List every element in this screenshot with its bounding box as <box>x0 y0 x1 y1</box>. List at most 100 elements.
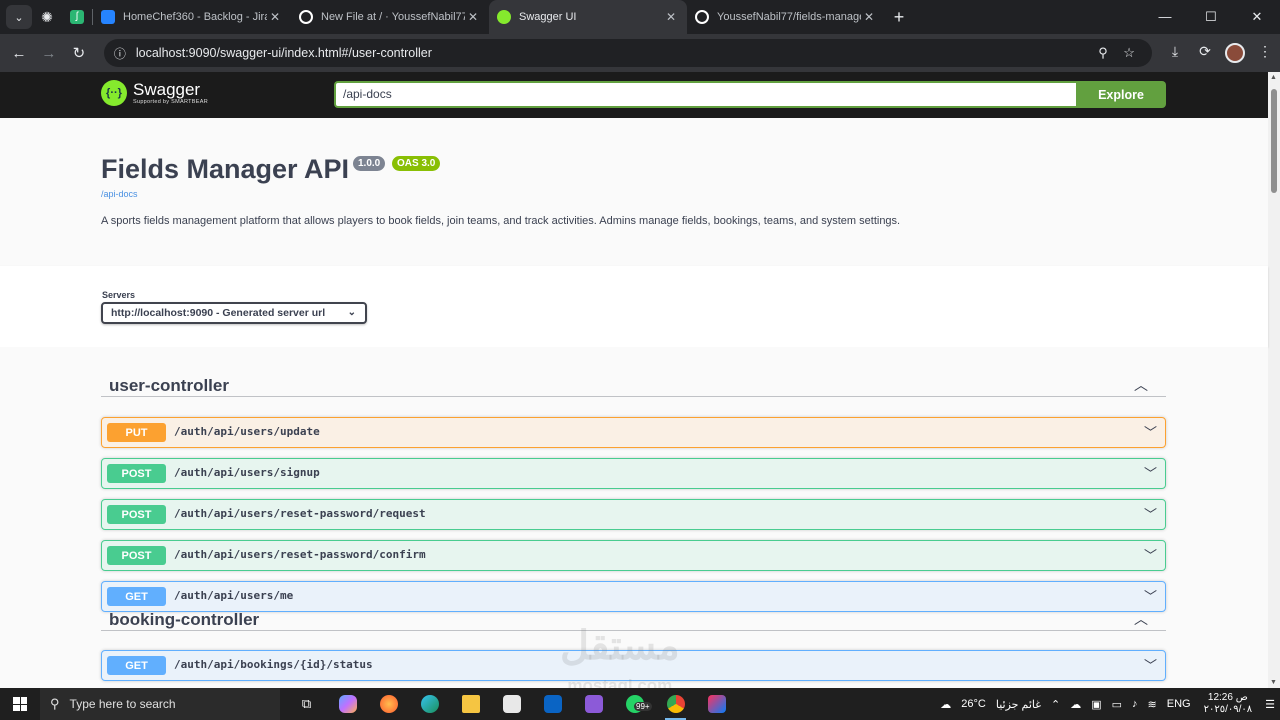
chevron-down-icon[interactable]: ﹀ <box>1144 655 1157 674</box>
operation-row[interactable]: POST/auth/api/users/reset-password/reque… <box>101 499 1166 530</box>
wifi-icon[interactable]: ≋ <box>1148 698 1157 711</box>
address-bar[interactable]: ⓘ localhost:9090/swagger-ui/index.html#/… <box>103 39 1153 67</box>
api-title: Fields Manager API <box>101 154 350 184</box>
start-button[interactable] <box>0 688 40 720</box>
visual-studio-icon <box>584 695 603 713</box>
extensions-icon[interactable]: ⟳ <box>1190 43 1220 63</box>
page-scrollbar[interactable]: ▲ ▼ <box>1268 72 1280 688</box>
explore-button[interactable]: Explore <box>1076 81 1166 108</box>
scrollbar-thumb[interactable] <box>1271 89 1277 193</box>
server-select[interactable]: http://localhost:9090 - Generated server… <box>101 302 367 324</box>
menu-icon[interactable]: ⋮ <box>1250 43 1280 63</box>
scroll-up-icon[interactable]: ▲ <box>1270 74 1277 81</box>
pinned-tab-chatgpt[interactable]: ✺ <box>32 0 62 34</box>
tab-close-icon[interactable]: ✕ <box>267 10 283 24</box>
whatsapp-badge: 99+ <box>634 702 652 711</box>
api-description: A sports fields management platform that… <box>101 215 901 227</box>
battery-icon[interactable]: ▭ <box>1112 698 1122 711</box>
taskbar-copilot[interactable] <box>327 688 368 720</box>
api-docs-link[interactable]: /api-docs <box>101 189 138 199</box>
folder-icon <box>461 695 480 713</box>
downloads-icon[interactable]: ⤓ <box>1160 43 1190 63</box>
taskbar-visual-studio[interactable] <box>573 688 614 720</box>
site-info-icon[interactable]: ⓘ <box>114 45 126 62</box>
browser-tab[interactable]: HomeChef360 - Backlog - Jira ✕ <box>93 0 291 34</box>
tab-close-icon[interactable]: ✕ <box>861 10 877 24</box>
onedrive-icon[interactable]: ☁ <box>1070 698 1081 711</box>
chevron-down-icon[interactable]: ﹀ <box>1144 422 1157 441</box>
browser-tab[interactable]: New File at / · YoussefNabil77/f ✕ <box>291 0 489 34</box>
method-badge: GET <box>107 656 166 675</box>
forward-button[interactable]: → <box>34 45 64 62</box>
zoom-icon[interactable]: ⚲ <box>1090 45 1116 61</box>
windows-taskbar: ⚲ Type here to search ⧉ 99+ ☁ 26°C غائم … <box>0 688 1280 720</box>
browser-tab-title: New File at / · YoussefNabil77/f <box>321 11 465 23</box>
taskbar-search[interactable]: ⚲ Type here to search <box>40 688 280 720</box>
operation-path: /auth/api/users/reset-password/confirm <box>174 548 426 561</box>
chevron-down-icon: ⌄ <box>347 307 356 318</box>
chevron-up-icon[interactable]: ⌃ <box>1051 698 1060 711</box>
scroll-down-icon[interactable]: ▼ <box>1270 679 1277 686</box>
servers-section: Servers http://localhost:9090 - Generate… <box>0 266 1268 347</box>
windows-icon <box>13 697 27 711</box>
browser-tab[interactable]: Swagger UI ✕ <box>489 0 687 34</box>
language-indicator[interactable]: ENG <box>1167 698 1191 710</box>
task-view-button[interactable]: ⧉ <box>286 688 327 720</box>
tab-close-icon[interactable]: ✕ <box>465 10 481 24</box>
new-tab-button[interactable]: + <box>885 7 913 28</box>
pinned-tab-app[interactable]: ʃ <box>62 0 92 34</box>
chevron-up-icon[interactable]: ︿ <box>1134 609 1148 629</box>
profile-avatar[interactable] <box>1225 43 1246 63</box>
volume-icon[interactable]: ♪ <box>1132 698 1138 710</box>
reload-button[interactable]: ↻ <box>64 44 94 62</box>
chevron-up-icon[interactable]: ︿ <box>1134 375 1148 395</box>
servers-label: Servers <box>102 290 136 300</box>
tag-name: user-controller <box>109 376 229 395</box>
intellij-icon <box>707 695 726 713</box>
browser-tab[interactable]: YoussefNabil77/fields-manager ✕ <box>687 0 885 34</box>
window-controls: — ☐ ✕ <box>1142 9 1280 25</box>
tab-search-dropdown[interactable]: ⌄ <box>6 5 32 29</box>
operation-row[interactable]: PUT/auth/api/users/update ﹀ <box>101 417 1166 448</box>
minimize-button[interactable]: — <box>1142 9 1188 25</box>
taskbar-outlook[interactable] <box>532 688 573 720</box>
bookmark-star-icon[interactable]: ☆ <box>1116 45 1142 61</box>
back-button[interactable]: ← <box>4 45 34 62</box>
clock[interactable]: 12:26 ص ٢٠٢٥/٠٩/٠٨ <box>1204 692 1253 716</box>
method-badge: POST <box>107 464 166 483</box>
weather-temp[interactable]: 26°C <box>961 698 986 710</box>
swagger-brand-sub: Supported by SMARTBEAR <box>133 99 208 105</box>
operation-row[interactable]: POST/auth/api/users/reset-password/confi… <box>101 540 1166 571</box>
maximize-button[interactable]: ☐ <box>1188 9 1234 25</box>
store-icon <box>502 695 521 713</box>
taskbar-edge[interactable] <box>409 688 450 720</box>
operation-row[interactable]: POST/auth/api/users/signup ﹀ <box>101 458 1166 489</box>
method-badge: POST <box>107 505 166 524</box>
device-icon[interactable]: ▣ <box>1091 698 1101 711</box>
taskbar-file-explorer[interactable] <box>450 688 491 720</box>
close-window-button[interactable]: ✕ <box>1234 9 1280 25</box>
taskbar-chrome[interactable] <box>655 688 696 720</box>
tab-strip: HomeChef360 - Backlog - Jira ✕ New File at… <box>93 0 885 34</box>
tag-booking-controller[interactable]: booking-controller ︿ <box>101 589 1166 631</box>
chevron-down-icon[interactable]: ﹀ <box>1144 504 1157 523</box>
taskbar-store[interactable] <box>491 688 532 720</box>
plus-icon: + <box>893 6 905 27</box>
taskbar-firefox[interactable] <box>368 688 409 720</box>
weather-text: غائم جزئيا <box>995 698 1041 711</box>
spec-url-input[interactable]: /api-docs <box>334 81 1076 108</box>
github-icon <box>299 10 313 24</box>
swagger-logo-icon: {··} <box>101 80 127 106</box>
chevron-down-icon[interactable]: ﹀ <box>1144 545 1157 564</box>
tag-user-controller[interactable]: user-controller ︿ <box>101 355 1166 397</box>
tab-close-icon[interactable]: ✕ <box>663 10 679 24</box>
notifications-icon[interactable]: ☰ <box>1265 698 1275 711</box>
taskbar-search-placeholder: Type here to search <box>69 697 176 711</box>
taskbar-whatsapp[interactable]: 99+ <box>614 688 655 720</box>
swagger-logo[interactable]: {··} Swagger Supported by SMARTBEAR <box>101 80 208 106</box>
operation-path: /auth/api/bookings/{id}/status <box>174 658 373 671</box>
weather-icon[interactable]: ☁ <box>940 698 951 711</box>
operation-row[interactable]: GET/auth/api/bookings/{id}/status ﹀ <box>101 650 1166 681</box>
chevron-down-icon[interactable]: ﹀ <box>1144 463 1157 482</box>
taskbar-intellij[interactable] <box>696 688 737 720</box>
